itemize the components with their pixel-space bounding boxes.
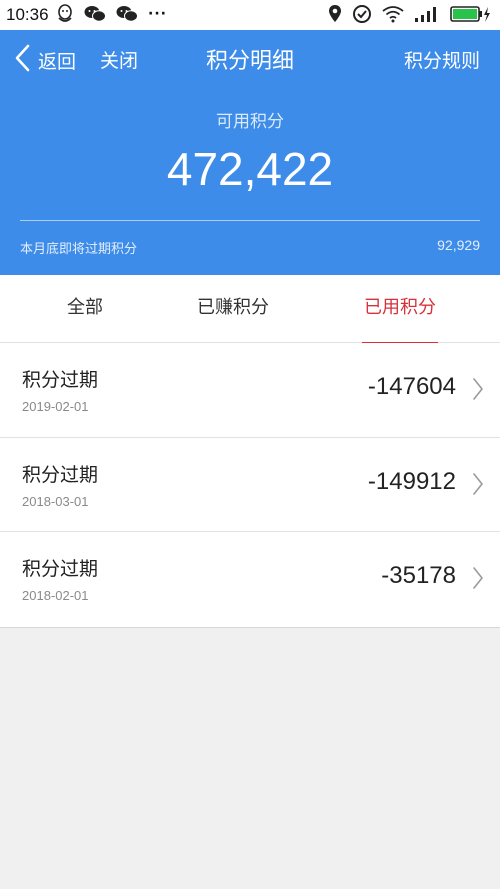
header-divider <box>20 220 480 221</box>
tab-used-points[interactable]: 已用积分 <box>315 275 485 344</box>
chevron-right-icon <box>472 566 484 594</box>
record-title: 积分过期 <box>22 369 99 391</box>
sync-icon <box>352 4 372 28</box>
battery-icon <box>450 5 492 27</box>
record-title: 积分过期 <box>22 558 99 580</box>
system-icons <box>328 4 492 28</box>
points-rules-link[interactable]: 积分规则 <box>404 46 480 73</box>
record-amount: -147604 <box>367 373 456 400</box>
expiring-points-value: 92,929 <box>437 237 480 253</box>
wifi-icon <box>382 5 404 27</box>
signal-icon <box>414 5 440 27</box>
status-time: 10:36 <box>6 5 49 24</box>
record-row[interactable]: 积分过期 2018-02-01 -35178 <box>0 532 500 627</box>
chevron-right-icon <box>472 377 484 405</box>
record-amount: -35178 <box>381 562 456 589</box>
record-row[interactable]: 积分过期 2019-02-01 -147604 <box>0 343 500 438</box>
tab-label: 已赚积分 <box>197 297 269 318</box>
expiring-points-label: 本月底即将过期积分 <box>20 242 138 257</box>
tab-label: 已用积分 <box>364 297 436 318</box>
record-date: 2018-03-01 <box>22 493 89 509</box>
location-icon <box>328 4 342 28</box>
available-points-label: 可用积分 <box>216 112 284 132</box>
record-amount: -149912 <box>367 467 456 495</box>
close-button[interactable]: 关闭 <box>100 46 138 73</box>
record-date: 2018-02-01 <box>22 588 89 603</box>
tab-label: 全部 <box>67 297 103 318</box>
back-button[interactable]: 返回 <box>14 44 76 76</box>
wechat-icon <box>84 5 106 27</box>
chevron-right-icon <box>472 472 484 500</box>
tab-all[interactable]: 全部 <box>0 275 170 343</box>
notification-icons: ··· <box>56 4 167 28</box>
available-points-value: 472,422 <box>166 143 334 195</box>
record-title: 积分过期 <box>22 463 99 486</box>
back-label: 返回 <box>38 50 77 73</box>
points-header: 返回 关闭 积分明细 积分规则 可用积分 472,422 本月底即将过期积分 9… <box>0 30 500 275</box>
status-bar: 10:36 ··· <box>0 0 500 30</box>
record-row[interactable]: 积分过期 2018-03-01 -149912 <box>0 438 500 532</box>
filter-tabs: 全部 已赚积分 已用积分 <box>0 275 500 344</box>
points-record-list: 积分过期 2019-02-01 -147604 积分过期 2018-03-01 … <box>0 343 500 628</box>
record-date: 2019-02-01 <box>22 399 89 414</box>
more-notifications-indicator: ··· <box>148 6 167 22</box>
chevron-left-icon <box>14 44 30 76</box>
tab-earned-points[interactable]: 已赚积分 <box>148 275 318 343</box>
qq-icon <box>56 4 74 28</box>
wechat-icon <box>116 5 138 27</box>
